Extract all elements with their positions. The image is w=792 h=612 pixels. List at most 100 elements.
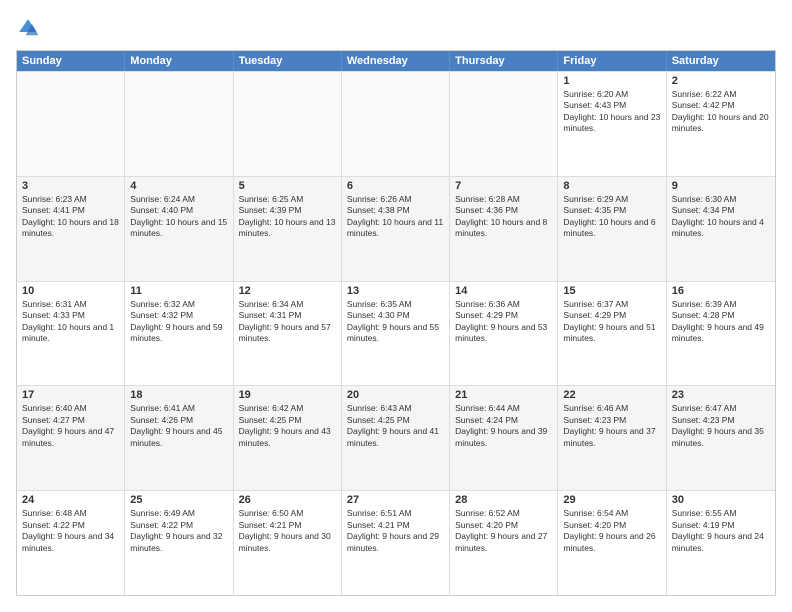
day-number: 11 — [130, 285, 227, 297]
cal-cell: 30 Sunrise: 6:55 AM Sunset: 4:19 PM Dayli… — [667, 491, 775, 595]
cell-info: Sunrise: 6:42 AM Sunset: 4:25 PM Dayligh… — [239, 403, 336, 449]
cell-info: Sunrise: 6:55 AM Sunset: 4:19 PM Dayligh… — [672, 508, 770, 554]
cal-cell: 2 Sunrise: 6:22 AM Sunset: 4:42 PM Daylig… — [667, 72, 775, 176]
day-number: 17 — [22, 389, 119, 401]
day-number: 18 — [130, 389, 227, 401]
cal-cell: 8 Sunrise: 6:29 AM Sunset: 4:35 PM Daylig… — [558, 177, 666, 281]
day-number: 5 — [239, 180, 336, 192]
cal-cell: 14 Sunrise: 6:36 AM Sunset: 4:29 PM Dayli… — [450, 282, 558, 386]
cal-cell: 26 Sunrise: 6:50 AM Sunset: 4:21 PM Dayli… — [234, 491, 342, 595]
cell-info: Sunrise: 6:26 AM Sunset: 4:38 PM Dayligh… — [347, 194, 444, 240]
cell-info: Sunrise: 6:50 AM Sunset: 4:21 PM Dayligh… — [239, 508, 336, 554]
logo-icon — [16, 16, 40, 40]
cal-cell: 7 Sunrise: 6:28 AM Sunset: 4:36 PM Daylig… — [450, 177, 558, 281]
day-number: 12 — [239, 285, 336, 297]
day-number: 24 — [22, 494, 119, 506]
day-number: 26 — [239, 494, 336, 506]
cal-row: 24 Sunrise: 6:48 AM Sunset: 4:22 PM Dayli… — [17, 490, 775, 595]
cal-header-cell: Monday — [125, 51, 233, 71]
header — [16, 16, 776, 40]
day-number: 2 — [672, 75, 770, 87]
cell-info: Sunrise: 6:51 AM Sunset: 4:21 PM Dayligh… — [347, 508, 444, 554]
cal-cell: 3 Sunrise: 6:23 AM Sunset: 4:41 PM Daylig… — [17, 177, 125, 281]
calendar-body: 1 Sunrise: 6:20 AM Sunset: 4:43 PM Daylig… — [17, 71, 775, 595]
day-number: 27 — [347, 494, 444, 506]
calendar: SundayMondayTuesdayWednesdayThursdayFrid… — [16, 50, 776, 596]
cell-info: Sunrise: 6:23 AM Sunset: 4:41 PM Dayligh… — [22, 194, 119, 240]
cell-info: Sunrise: 6:30 AM Sunset: 4:34 PM Dayligh… — [672, 194, 770, 240]
cal-cell: 27 Sunrise: 6:51 AM Sunset: 4:21 PM Dayli… — [342, 491, 450, 595]
cal-cell: 15Sunrise: 6:37 AM Sunset: 4:29 PM Dayli… — [558, 282, 666, 386]
day-number: 13 — [347, 285, 444, 297]
day-number: 28 — [455, 494, 552, 506]
cell-info: Sunrise: 6:36 AM Sunset: 4:29 PM Dayligh… — [455, 299, 552, 345]
day-number: 4 — [130, 180, 227, 192]
cell-info: Sunrise: 6:49 AM Sunset: 4:22 PM Dayligh… — [130, 508, 227, 554]
day-number: 23 — [672, 389, 770, 401]
cell-info: Sunrise: 6:24 AM Sunset: 4:40 PM Dayligh… — [130, 194, 227, 240]
cal-cell: 5 Sunrise: 6:25 AM Sunset: 4:39 PM Daylig… — [234, 177, 342, 281]
cell-info: Sunrise: 6:54 AM Sunset: 4:20 PM Dayligh… — [563, 508, 660, 554]
cell-info: Sunrise: 6:28 AM Sunset: 4:36 PM Dayligh… — [455, 194, 552, 240]
cal-row: 1 Sunrise: 6:20 AM Sunset: 4:43 PM Daylig… — [17, 71, 775, 176]
cal-row: 3 Sunrise: 6:23 AM Sunset: 4:41 PM Daylig… — [17, 176, 775, 281]
cal-cell: 6 Sunrise: 6:26 AM Sunset: 4:38 PM Daylig… — [342, 177, 450, 281]
cal-cell — [17, 72, 125, 176]
cal-cell: 13 Sunrise: 6:35 AM Sunset: 4:30 PM Dayli… — [342, 282, 450, 386]
day-number: 10 — [22, 285, 119, 297]
cal-cell: 9 Sunrise: 6:30 AM Sunset: 4:34 PM Daylig… — [667, 177, 775, 281]
cal-header-cell: Saturday — [667, 51, 775, 71]
cal-cell: 4 Sunrise: 6:24 AM Sunset: 4:40 PM Daylig… — [125, 177, 233, 281]
cell-info: Sunrise: 6:25 AM Sunset: 4:39 PM Dayligh… — [239, 194, 336, 240]
cell-info: Sunrise: 6:22 AM Sunset: 4:42 PM Dayligh… — [672, 89, 770, 135]
cell-info: Sunrise: 6:20 AM Sunset: 4:43 PM Dayligh… — [563, 89, 660, 135]
day-number: 3 — [22, 180, 119, 192]
cell-info: Sunrise: 6:48 AM Sunset: 4:22 PM Dayligh… — [22, 508, 119, 554]
cal-cell: 10 Sunrise: 6:31 AM Sunset: 4:33 PM Dayli… — [17, 282, 125, 386]
day-number: 7 — [455, 180, 552, 192]
cal-row: 17 Sunrise: 6:40 AM Sunset: 4:27 PM Dayli… — [17, 385, 775, 490]
cal-cell: 22Sunrise: 6:46 AM Sunset: 4:23 PM Dayli… — [558, 386, 666, 490]
cell-info: Sunrise: 6:29 AM Sunset: 4:35 PM Dayligh… — [563, 194, 660, 240]
day-number: 8 — [563, 180, 660, 192]
day-number: 21 — [455, 389, 552, 401]
day-number: 6 — [347, 180, 444, 192]
cell-info: Sunrise: 6:31 AM Sunset: 4:33 PM Dayligh… — [22, 299, 119, 345]
day-number: 19 — [239, 389, 336, 401]
cal-cell: 21 Sunrise: 6:44 AM Sunset: 4:24 PM Dayli… — [450, 386, 558, 490]
cell-info: Sunrise: 6:44 AM Sunset: 4:24 PM Dayligh… — [455, 403, 552, 449]
cal-cell — [450, 72, 558, 176]
cell-info: Sunrise: 6:37 AM Sunset: 4:29 PM Dayligh… — [563, 299, 660, 345]
cell-info: Sunrise: 6:39 AM Sunset: 4:28 PM Dayligh… — [672, 299, 770, 345]
cal-cell: 18 Sunrise: 6:41 AM Sunset: 4:26 PM Dayli… — [125, 386, 233, 490]
day-number: 29 — [563, 494, 660, 506]
cell-info: Sunrise: 6:43 AM Sunset: 4:25 PM Dayligh… — [347, 403, 444, 449]
day-number: 1 — [563, 75, 660, 87]
cal-cell: 17 Sunrise: 6:40 AM Sunset: 4:27 PM Dayli… — [17, 386, 125, 490]
cal-cell: 12Sunrise: 6:34 AM Sunset: 4:31 PM Dayli… — [234, 282, 342, 386]
cal-header-cell: Wednesday — [342, 51, 450, 71]
cal-header-cell: Tuesday — [234, 51, 342, 71]
cell-info: Sunrise: 6:40 AM Sunset: 4:27 PM Dayligh… — [22, 403, 119, 449]
cal-cell: 28 Sunrise: 6:52 AM Sunset: 4:20 PM Dayli… — [450, 491, 558, 595]
day-number: 30 — [672, 494, 770, 506]
cal-cell — [342, 72, 450, 176]
day-number: 16 — [672, 285, 770, 297]
cell-info: Sunrise: 6:41 AM Sunset: 4:26 PM Dayligh… — [130, 403, 227, 449]
cell-info: Sunrise: 6:52 AM Sunset: 4:20 PM Dayligh… — [455, 508, 552, 554]
cal-cell: 1 Sunrise: 6:20 AM Sunset: 4:43 PM Daylig… — [558, 72, 666, 176]
day-number: 25 — [130, 494, 227, 506]
cal-header-cell: Thursday — [450, 51, 558, 71]
cal-header-cell: Friday — [558, 51, 666, 71]
day-number: 9 — [672, 180, 770, 192]
cal-cell — [125, 72, 233, 176]
cal-cell — [234, 72, 342, 176]
cal-cell: 20Sunrise: 6:43 AM Sunset: 4:25 PM Dayli… — [342, 386, 450, 490]
cal-cell: 11 Sunrise: 6:32 AM Sunset: 4:32 PM Dayli… — [125, 282, 233, 386]
cal-cell: 24 Sunrise: 6:48 AM Sunset: 4:22 PM Dayli… — [17, 491, 125, 595]
cal-cell: 23Sunrise: 6:47 AM Sunset: 4:23 PM Dayli… — [667, 386, 775, 490]
cell-info: Sunrise: 6:32 AM Sunset: 4:32 PM Dayligh… — [130, 299, 227, 345]
day-number: 14 — [455, 285, 552, 297]
cal-row: 10 Sunrise: 6:31 AM Sunset: 4:33 PM Dayli… — [17, 281, 775, 386]
cell-info: Sunrise: 6:35 AM Sunset: 4:30 PM Dayligh… — [347, 299, 444, 345]
